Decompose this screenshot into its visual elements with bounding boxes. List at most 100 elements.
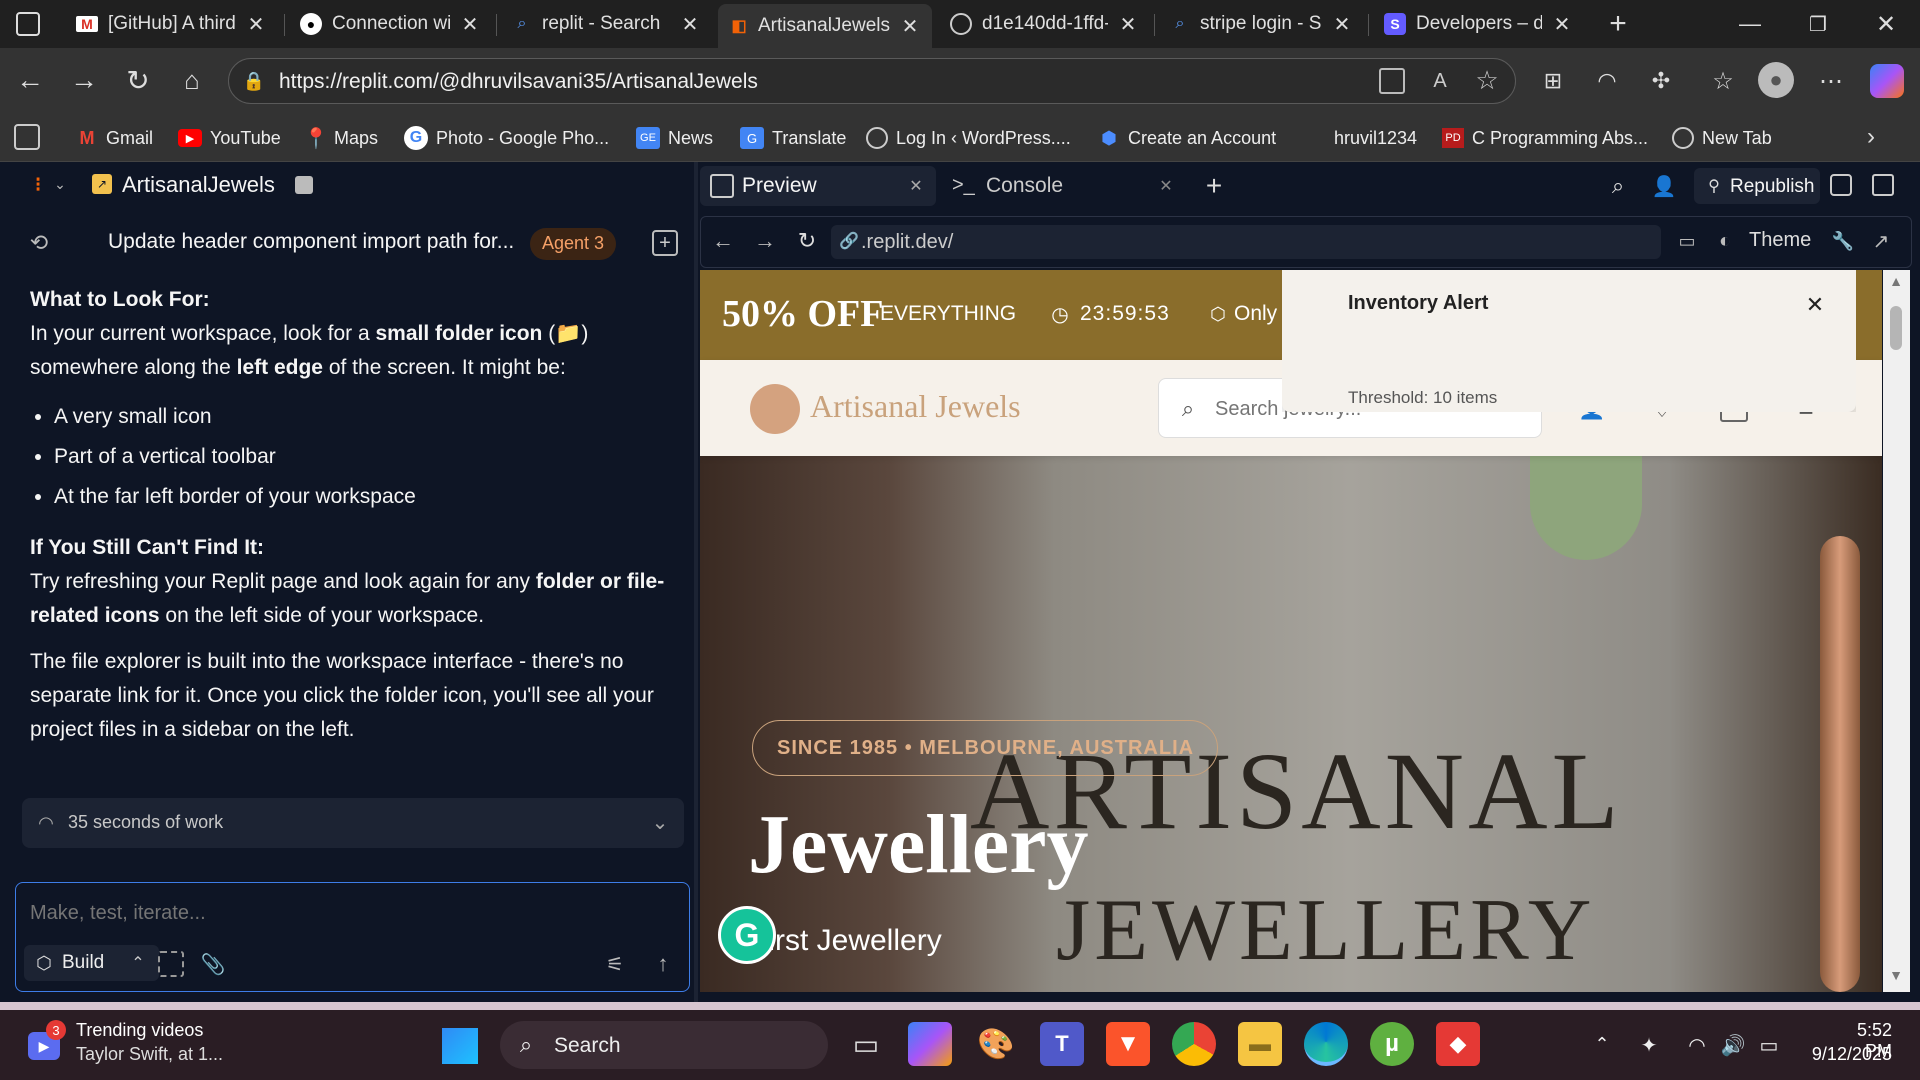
bookmark-new-tab[interactable]: New Tab [1672,120,1772,156]
forward-icon[interactable]: → [753,228,777,253]
close-tab-icon[interactable]: ✕ [1156,176,1176,196]
chevron-right-icon[interactable]: › [1858,123,1884,150]
chevron-up-icon[interactable]: ⌃ [1590,1032,1614,1056]
devices-icon[interactable]: ▭ [1675,229,1699,253]
search-icon[interactable]: ⌕ [1604,172,1632,200]
extensions-icon[interactable]: ⊞ [1538,66,1568,96]
tab-d1e140dd[interactable]: d1e140dd-1ffd-... ✕ [938,6,1150,42]
tab-github-mail[interactable]: M [GitHub] A third-party... ✕ [64,6,278,42]
bookmark-google-photos[interactable]: G Photo - Google Pho... [404,120,609,156]
open-external-icon[interactable]: ↗ [1869,229,1893,253]
close-icon[interactable]: ✕ [1802,292,1828,318]
project-name[interactable]: ArtisanalJewels [122,172,275,198]
chrome-icon[interactable] [1172,1022,1216,1066]
scroll-thumb[interactable] [1890,306,1902,350]
puzzle-icon[interactable]: ✣ [1646,66,1676,96]
tab-connection[interactable]: ● Connection with... ✕ [288,6,492,42]
preview-url-field[interactable]: 🔗 .replit.dev/ [831,225,1661,259]
clock-date[interactable]: 9/12/2025 [1800,1044,1892,1065]
bookmark-wordpress[interactable]: Log In ‹ WordPress.... [866,120,1071,156]
new-tab-icon[interactable]: + [1602,7,1634,40]
replit-logo-icon[interactable]: ⁝ [26,172,50,196]
bookmark-maps[interactable]: 📍 Maps [304,120,378,156]
brave-icon[interactable]: ▼ [1106,1022,1150,1066]
taskbar-search[interactable]: ⌕ Search [500,1021,828,1069]
chevron-down-icon[interactable]: ⌄ [648,810,672,834]
back-icon[interactable]: ← [14,64,46,96]
back-icon[interactable]: ← [711,228,735,253]
republish-button[interactable]: ⚲ Republish [1694,168,1820,204]
profile-avatar-icon[interactable]: ● [1758,62,1794,98]
tab-actions-icon[interactable] [16,12,40,36]
scroll-up-icon[interactable]: ▲ [1887,273,1905,289]
read-aloud-icon[interactable]: A [1427,68,1453,94]
restore-icon[interactable]: ❐ [1804,10,1832,38]
close-window-icon[interactable]: ✕ [1872,10,1900,38]
build-mode-button[interactable]: ⬡ Build ⌃ [24,945,159,981]
news-widget[interactable]: ▶ 3 Trending videos Taylor Swift, at 1..… [24,1018,244,1072]
bookmark-c-programming[interactable]: PD C Programming Abs... [1442,120,1648,156]
url-field[interactable]: 🔒 https://replit.com/@dhruvilsavani35/Ar… [228,58,1516,104]
utorrent-icon[interactable]: µ [1370,1022,1414,1066]
paint-icon[interactable]: 🎨 [974,1022,1018,1066]
tab-console[interactable]: >_ Console ✕ [944,166,1174,206]
invite-user-icon[interactable]: 👤 [1650,172,1678,200]
new-chat-icon[interactable]: + [652,230,678,256]
palette-icon[interactable]: ◐ [1713,229,1737,253]
scroll-down-icon[interactable]: ▼ [1887,967,1905,983]
wifi-icon[interactable]: ◠ [1684,1032,1710,1058]
bookmark-news[interactable]: GE News [636,120,713,156]
bookmark-youtube[interactable]: ▶ YouTube [178,120,281,156]
anydesk-icon[interactable]: ◆ [1436,1022,1480,1066]
close-tab-icon[interactable]: ✕ [906,176,926,196]
attach-icon[interactable]: 📎 [200,951,226,977]
settings-sliders-icon[interactable]: ⚟ [602,951,628,977]
theme-label[interactable]: Theme [1749,229,1811,252]
close-tab-icon[interactable]: ✕ [680,12,700,37]
close-tab-icon[interactable]: ✕ [1118,12,1138,37]
work-summary[interactable]: ◠ 35 seconds of work ⌄ [22,798,684,848]
close-tab-icon[interactable]: ✕ [1552,12,1572,37]
thread-title[interactable]: Update header component import path for.… [108,230,514,254]
edge-icon[interactable] [1304,1022,1348,1066]
brand-logo[interactable] [750,384,800,434]
tab-stripe-login[interactable]: ⌕ stripe login - Search ✕ [1158,6,1364,42]
bookmark-hruvil[interactable]: hruvil1234 [1334,120,1417,156]
preview-scrollbar[interactable]: ▲ ▼ [1883,270,1910,992]
close-tab-icon[interactable]: ✕ [1332,12,1352,37]
minimize-icon[interactable]: — [1736,10,1764,38]
apps-icon[interactable] [1379,68,1405,94]
refresh-icon[interactable]: ↻ [122,64,154,96]
tab-preview[interactable]: Preview ✕ [700,166,936,206]
prompt-input[interactable] [30,897,670,929]
select-element-icon[interactable] [158,951,184,977]
pane-divider[interactable] [694,162,698,1002]
performance-icon[interactable]: ◠ [1592,66,1622,96]
tab-developers[interactable]: S Developers – d1... ✕ [1372,6,1584,42]
deploy-status-icon[interactable] [1830,174,1852,196]
favorite-star-icon[interactable]: ☆ [1473,65,1501,95]
chevron-down-icon[interactable]: ⌄ [52,174,68,194]
close-tab-icon[interactable]: ✕ [460,12,480,37]
teams-icon[interactable]: T [1040,1022,1084,1066]
tab-artisanal-jewels[interactable]: ◧ ArtisanalJewels ✕ [718,4,932,48]
bookmark-translate[interactable]: G Translate [740,120,846,156]
stop-square-icon[interactable] [295,176,313,194]
copilot-icon[interactable] [908,1022,952,1066]
layout-toggle-icon[interactable] [1872,174,1894,196]
volume-icon[interactable]: 🔊 [1720,1032,1746,1058]
reading-view-icon[interactable] [14,124,40,150]
bookmark-gmail[interactable]: M Gmail [76,120,154,156]
close-tab-icon[interactable]: ✕ [246,12,266,37]
battery-icon[interactable]: ▭ [1756,1032,1782,1058]
home-icon[interactable]: ⌂ [176,64,208,96]
dropbox-icon[interactable]: ✦ [1636,1032,1662,1058]
brand-name[interactable]: Artisanal Jewels [810,388,1021,425]
task-view-icon[interactable]: ▭ [844,1022,888,1066]
more-options-icon[interactable]: ⋯ [1816,66,1846,96]
copilot-icon[interactable] [1870,64,1904,98]
history-icon[interactable]: ⟲ [26,230,52,256]
close-tab-icon[interactable]: ✕ [900,14,920,39]
favorites-icon[interactable]: ☆ [1708,66,1738,96]
windows-start-icon[interactable] [442,1028,478,1064]
